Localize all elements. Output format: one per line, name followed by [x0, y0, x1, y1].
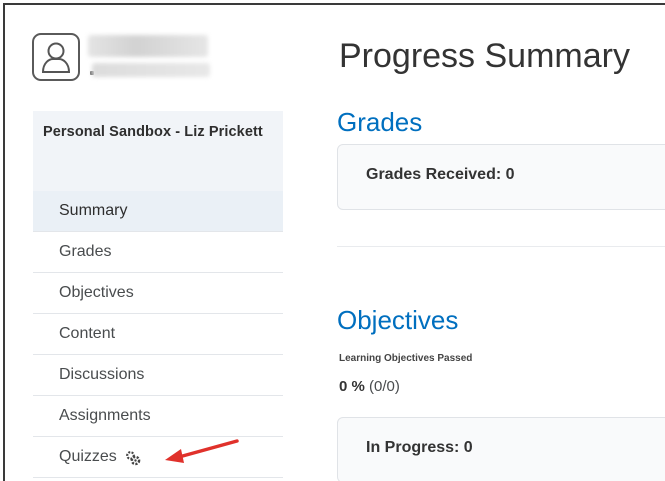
sidebar-item-assignments[interactable]: Assignments [33, 396, 283, 437]
objectives-heading: Objectives [337, 305, 459, 335]
grades-received-card: Grades Received: 0 [337, 144, 665, 210]
sidebar-item-grades[interactable]: Grades [33, 232, 283, 273]
quiz-settings-icon [125, 450, 141, 466]
sidebar-item-content[interactable]: Content [33, 314, 283, 355]
objectives-subheading: Learning Objectives Passed [339, 353, 473, 364]
sidebar-nav: Summary Grades Objectives Content Discus… [33, 191, 283, 478]
sidebar-item-label: Objectives [59, 284, 134, 301]
main-content: Progress Summary Grades Grades Received:… [317, 5, 665, 481]
user-icon [41, 42, 71, 73]
objectives-passed-value: 0 % (0/0) [339, 378, 400, 395]
sidebar-item-objectives[interactable]: Objectives [33, 273, 283, 314]
grades-received-text: Grades Received: 0 [366, 166, 515, 183]
course-header: Personal Sandbox - Liz Prickett [33, 111, 283, 195]
sidebar-item-summary[interactable]: Summary [33, 191, 283, 232]
sidebar-item-quizzes[interactable]: Quizzes [33, 437, 283, 478]
sidebar-item-label: Quizzes [59, 448, 117, 465]
course-title: Personal Sandbox - Liz Prickett [43, 124, 263, 140]
blurred-user-name [88, 35, 208, 57]
window-frame: Personal Sandbox - Liz Prickett Summary … [3, 3, 665, 481]
sidebar-item-label: Grades [59, 243, 112, 260]
page-title: Progress Summary [339, 37, 630, 75]
user-profile[interactable] [32, 33, 282, 93]
blurred-user-subtext [92, 63, 210, 77]
in-progress-text: In Progress: 0 [366, 439, 473, 456]
sidebar-item-label: Content [59, 325, 116, 342]
sidebar-item-label: Summary [59, 202, 128, 219]
section-divider [337, 246, 665, 247]
avatar[interactable] [32, 33, 80, 81]
sidebar-item-label: Assignments [59, 407, 151, 424]
sidebar-item-discussions[interactable]: Discussions [33, 355, 283, 396]
objectives-percent: 0 % [339, 378, 365, 395]
grades-heading: Grades [337, 107, 423, 137]
sidebar: Personal Sandbox - Liz Prickett Summary … [32, 5, 283, 481]
objectives-fraction: (0/0) [369, 378, 400, 395]
in-progress-card: In Progress: 0 [337, 417, 665, 481]
sidebar-item-label: Discussions [59, 366, 145, 383]
annotation-arrow [165, 439, 239, 463]
